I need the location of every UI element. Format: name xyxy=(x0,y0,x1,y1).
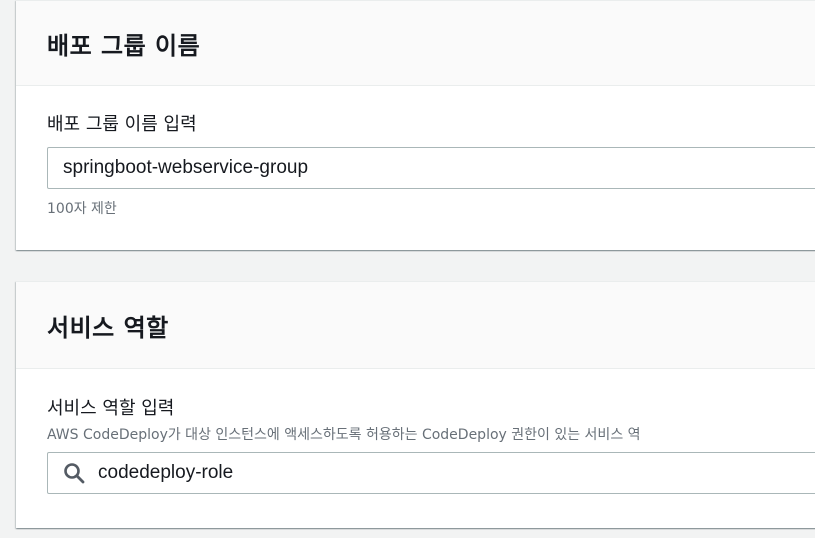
deployment-group-name-constraint: 100자 제한 xyxy=(47,201,117,217)
deployment-group-name-title: 배포 그룹 이름 xyxy=(47,31,201,60)
deployment-group-name-header: 배포 그룹 이름 xyxy=(16,1,815,86)
service-role-search-input[interactable]: codedeploy-role xyxy=(47,452,815,494)
service-role-value: codedeploy-role xyxy=(98,462,234,483)
deployment-group-name-panel: 배포 그룹 이름 배포 그룹 이름 입력 springboot-webservi… xyxy=(16,0,815,250)
search-icon xyxy=(64,463,85,484)
service-role-description: AWS CodeDeploy가 대상 인스턴스에 액세스하도록 허용하는 Cod… xyxy=(47,427,641,443)
deployment-group-name-value: springboot-webservice-group xyxy=(63,157,309,178)
service-role-header: 서비스 역할 xyxy=(16,282,815,369)
service-role-field-label: 서비스 역할 입력 xyxy=(47,398,175,419)
service-role-panel: 서비스 역할 서비스 역할 입력 AWS CodeDeploy가 대상 인스턴스… xyxy=(16,281,815,528)
deployment-group-name-input[interactable]: springboot-webservice-group xyxy=(47,147,815,189)
service-role-title: 서비스 역할 xyxy=(47,313,169,342)
deployment-group-name-field-label: 배포 그룹 이름 입력 xyxy=(47,114,197,135)
